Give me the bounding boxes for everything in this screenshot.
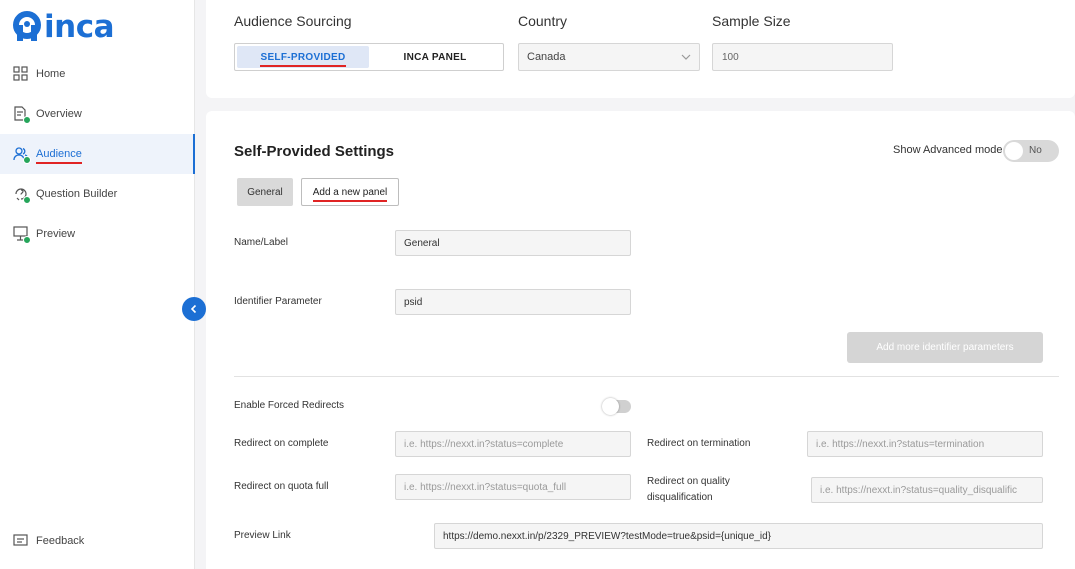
country-select[interactable]: Canada xyxy=(518,43,700,71)
question-check-icon xyxy=(13,186,31,204)
redirect-quota-input[interactable]: i.e. https://nexxt.in?status=quota_full xyxy=(395,474,631,500)
self-provided-option[interactable]: SELF-PROVIDED xyxy=(237,46,369,68)
sample-size-label: Sample Size xyxy=(712,13,791,29)
name-label: Name/Label xyxy=(234,237,288,248)
redirect-complete-label: Redirect on complete xyxy=(234,438,329,449)
sidebar-item-label: Question Builder xyxy=(36,188,118,200)
audience-sourcing-toggle: SELF-PROVIDED INCA PANEL xyxy=(234,43,504,71)
logo-text: inca xyxy=(44,9,115,45)
sidebar-item-label: Home xyxy=(36,68,66,80)
preview-link-label: Preview Link xyxy=(234,530,291,541)
add-identifier-button[interactable]: Add more identifier parameters xyxy=(847,332,1043,363)
tab-general[interactable]: General xyxy=(237,178,293,206)
redirect-quality-input[interactable]: i.e. https://nexxt.in?status=quality_dis… xyxy=(811,477,1043,503)
inca-panel-option[interactable]: INCA PANEL xyxy=(369,46,501,68)
collapse-sidebar-button[interactable] xyxy=(182,297,206,321)
sidebar-item-label: Audience xyxy=(36,148,82,164)
toggle-knob xyxy=(602,398,619,415)
redirect-quota-label: Redirect on quota full xyxy=(234,481,329,492)
redirect-quality-label: Redirect on quality disqualification xyxy=(647,476,730,503)
sidebar-item-label: Preview xyxy=(36,228,76,240)
message-icon xyxy=(13,533,29,549)
inca-logo[interactable]: inca xyxy=(12,9,115,45)
advanced-mode-label: Show Advanced mode xyxy=(893,144,1003,156)
document-check-icon xyxy=(13,106,31,124)
logo-mark-icon xyxy=(13,11,41,41)
forced-redirects-toggle[interactable] xyxy=(602,398,631,415)
presentation-icon xyxy=(13,226,31,244)
forced-redirects-label: Enable Forced Redirects xyxy=(234,400,345,411)
section-title: Self-Provided Settings xyxy=(234,143,395,160)
sidebar-item-preview[interactable]: Preview xyxy=(0,214,195,254)
sample-size-field[interactable]: 100 xyxy=(712,43,893,71)
sidebar-item-audience[interactable]: Audience xyxy=(0,134,195,174)
sidebar: inca Home Overview Audience Question Bui… xyxy=(0,0,195,569)
sidebar-item-label: Overview xyxy=(36,108,82,120)
advanced-mode-toggle[interactable]: No xyxy=(1003,140,1059,162)
advanced-mode-value: No xyxy=(1029,145,1042,156)
add-new-panel-button[interactable]: Add a new panel xyxy=(301,178,399,206)
chevron-down-icon xyxy=(681,54,691,60)
grid-icon xyxy=(13,66,29,82)
sidebar-item-label: Feedback xyxy=(36,535,85,547)
divider xyxy=(234,376,1059,377)
redirect-complete-input[interactable]: i.e. https://nexxt.in?status=complete xyxy=(395,431,631,457)
chevron-left-icon xyxy=(190,304,197,314)
sample-size-value: 100 xyxy=(722,51,739,63)
sidebar-item-question-builder[interactable]: Question Builder xyxy=(0,174,195,214)
sidebar-item-home[interactable]: Home xyxy=(0,54,195,94)
users-icon xyxy=(13,146,31,164)
sidebar-item-feedback[interactable]: Feedback xyxy=(0,521,195,561)
redirect-termination-label: Redirect on termination xyxy=(647,438,751,449)
preview-link-field[interactable]: https://demo.nexxt.in/p/2329_PREVIEW?tes… xyxy=(434,523,1043,549)
audience-sourcing-label: Audience Sourcing xyxy=(234,13,352,29)
audience-sourcing-card: Audience Sourcing Country Sample Size SE… xyxy=(206,0,1075,98)
identifier-label: Identifier Parameter xyxy=(234,296,322,307)
self-provided-settings-card: Self-Provided Settings Show Advanced mod… xyxy=(206,111,1075,569)
sidebar-item-overview[interactable]: Overview xyxy=(0,94,195,134)
name-input[interactable]: General xyxy=(395,230,631,256)
toggle-knob xyxy=(1005,142,1023,160)
redirect-termination-input[interactable]: i.e. https://nexxt.in?status=termination xyxy=(807,431,1043,457)
identifier-input[interactable]: psid xyxy=(395,289,631,315)
country-label: Country xyxy=(518,13,568,29)
country-value: Canada xyxy=(527,51,566,63)
